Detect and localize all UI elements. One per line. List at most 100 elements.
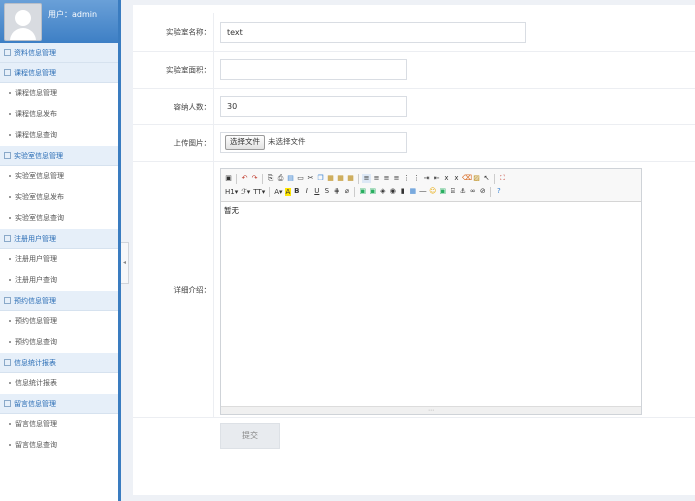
bullet-icon — [9, 279, 11, 281]
menu-item-course-query[interactable]: 课程信息查询 — [0, 125, 118, 146]
outdent-icon[interactable]: ⇤ — [432, 174, 441, 183]
sidebar-collapse-handle[interactable]: ◂ — [121, 242, 129, 284]
menu-item-label: 课程信息管理 — [15, 89, 57, 97]
menu-nav: 资料信息管理 课程信息管理 课程信息管理 课程信息发布 课程信息查询 实验室信息… — [0, 43, 118, 456]
font-size-icon[interactable]: TT▾ — [252, 188, 266, 196]
menu-item-lab-manage[interactable]: 实验室信息管理 — [0, 166, 118, 187]
bold-icon[interactable]: B — [292, 187, 301, 196]
menu-item-lab-query[interactable]: 实验室信息查询 — [0, 208, 118, 229]
menu-item-report[interactable]: 信息统计报表 — [0, 373, 118, 394]
image-upload-label: 上传图片： — [173, 138, 212, 148]
strikethrough-icon[interactable]: S — [322, 187, 331, 196]
collapse-toggle-icon[interactable] — [4, 399, 11, 407]
collapse-toggle-icon[interactable] — [4, 234, 11, 242]
emoticon-icon[interactable]: ☺ — [428, 187, 437, 196]
menu-item-reservation-query[interactable]: 预约信息查询 — [0, 332, 118, 353]
fullscreen-icon[interactable]: ⛶ — [498, 174, 507, 183]
editor-resize-bar[interactable]: ⋯ — [221, 406, 641, 414]
font-color-icon[interactable]: A▾ — [273, 188, 283, 196]
menu-item-message-manage[interactable]: 留言信息管理 — [0, 414, 118, 435]
ordered-list-icon[interactable]: ⋮ — [402, 174, 411, 183]
subscript-icon[interactable]: x — [442, 174, 451, 183]
italic-icon[interactable]: I — [302, 187, 311, 196]
collapse-toggle-icon[interactable] — [4, 68, 11, 76]
paste-icon[interactable]: ▦ — [326, 174, 335, 183]
capacity-input[interactable]: 30 — [220, 96, 407, 117]
select-all-icon[interactable]: ▨ — [472, 174, 481, 183]
copy-icon[interactable]: ❐ — [316, 174, 325, 183]
flash-icon[interactable]: ◈ — [378, 187, 387, 196]
collapse-toggle-icon[interactable] — [4, 48, 11, 56]
media-icon[interactable]: ◉ — [388, 187, 397, 196]
avatar — [4, 3, 42, 41]
menu-item-lab-publish[interactable]: 实验室信息发布 — [0, 187, 118, 208]
heading-icon[interactable]: H1▾ — [224, 188, 239, 196]
cut-icon[interactable]: ✂ — [306, 174, 315, 183]
menu-group-label: 课程信息管理 — [14, 69, 56, 77]
menu-item-course-publish[interactable]: 课程信息发布 — [0, 104, 118, 125]
menu-item-user-query[interactable]: 注册用户查询 — [0, 270, 118, 291]
menu-item-message-query[interactable]: 留言信息查询 — [0, 435, 118, 456]
choose-file-button[interactable]: 选择文件 — [225, 134, 265, 150]
editor-content[interactable]: 暂无 — [224, 205, 239, 216]
menu-item-reservation-manage[interactable]: 预约信息管理 — [0, 311, 118, 332]
lab-area-label: 实验室面积： — [166, 65, 211, 75]
unlink-icon[interactable]: ⊘ — [478, 187, 487, 196]
menu-item-label: 预约信息管理 — [15, 317, 57, 325]
indent-icon[interactable]: ⇥ — [422, 174, 431, 183]
collapse-toggle-icon[interactable] — [4, 296, 11, 304]
paste-text-icon[interactable]: ▦ — [336, 174, 345, 183]
menu-group-reports[interactable]: 信息统计报表 — [0, 353, 118, 373]
unordered-list-icon[interactable]: ⋮ — [412, 174, 421, 183]
link-icon[interactable]: ∞ — [468, 187, 477, 196]
resize-grip-icon[interactable]: ⋯ — [428, 407, 434, 414]
code-icon[interactable]: ▭ — [296, 174, 305, 183]
help-icon[interactable]: ? — [494, 187, 503, 196]
image-icon[interactable]: ▣ — [358, 187, 367, 196]
menu-group-resources[interactable]: 资料信息管理 — [0, 43, 118, 63]
submit-button[interactable]: 提交 — [220, 423, 280, 449]
highlight-icon[interactable]: A — [284, 187, 292, 196]
remove-format-icon[interactable]: ⌀ — [342, 187, 351, 196]
table-icon[interactable]: ▦ — [408, 187, 417, 196]
cursor-icon[interactable]: ↖ — [482, 174, 491, 183]
hr-icon[interactable]: ― — [418, 187, 427, 196]
line-height-icon[interactable]: ⋕ — [332, 187, 341, 196]
template-icon[interactable]: ▤ — [286, 174, 295, 183]
menu-group-reservations[interactable]: 预约信息管理 — [0, 291, 118, 311]
paste-word-icon[interactable]: ▦ — [346, 174, 355, 183]
rich-text-editor[interactable]: ▣ ↶ ↷ ⎘ ⎙ ▤ ▭ ✂ ❐ ▦ ▦ ▦ ≡ ≡ ≡ ≡ ⋮ ⋮ ⇥ ⇤ … — [220, 168, 642, 415]
font-family-icon[interactable]: ℱ▾ — [240, 188, 251, 196]
menu-group-messages[interactable]: 留言信息管理 — [0, 394, 118, 414]
collapse-toggle-icon[interactable] — [4, 151, 11, 159]
redo-icon[interactable]: ↷ — [250, 174, 259, 183]
clear-format-icon[interactable]: ⌫ — [462, 174, 472, 183]
bullet-icon — [9, 258, 11, 260]
print-icon[interactable]: ⎙ — [276, 174, 285, 183]
menu-group-courses[interactable]: 课程信息管理 — [0, 63, 118, 83]
align-center-icon[interactable]: ≡ — [372, 174, 381, 183]
menu-group-labs[interactable]: 实验室信息管理 — [0, 146, 118, 166]
preview-icon[interactable]: ⎘ — [266, 174, 275, 183]
anchor-icon[interactable]: ⚓ — [458, 187, 467, 196]
file-icon[interactable]: ▮ — [398, 187, 407, 196]
file-input[interactable]: 选择文件 未选择文件 — [220, 132, 407, 153]
undo-icon[interactable]: ↶ — [240, 174, 249, 183]
menu-item-user-manage[interactable]: 注册用户管理 — [0, 249, 118, 270]
multi-image-icon[interactable]: ▣ — [368, 187, 377, 196]
align-left-icon[interactable]: ≡ — [362, 174, 371, 183]
lab-name-input[interactable]: text — [220, 22, 526, 43]
lab-area-input[interactable] — [220, 59, 407, 80]
map-icon[interactable]: ▣ — [438, 187, 447, 196]
menu-item-course-manage[interactable]: 课程信息管理 — [0, 83, 118, 104]
align-right-icon[interactable]: ≡ — [382, 174, 391, 183]
menu-item-label: 实验室信息发布 — [15, 193, 64, 201]
superscript-icon[interactable]: x — [452, 174, 461, 183]
source-icon[interactable]: ▣ — [224, 174, 233, 183]
collapse-toggle-icon[interactable] — [4, 358, 11, 366]
menu-group-users[interactable]: 注册用户管理 — [0, 229, 118, 249]
chevron-left-icon: ◂ — [122, 259, 126, 266]
underline-icon[interactable]: U — [312, 187, 321, 196]
align-justify-icon[interactable]: ≡ — [392, 174, 401, 183]
code-block-icon[interactable]: ⌸ — [448, 187, 457, 196]
